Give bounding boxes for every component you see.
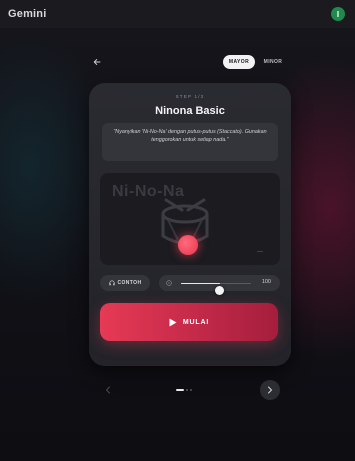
tempo-slider-fill bbox=[181, 282, 220, 284]
mode-toggle: MAYOR MINOR bbox=[223, 54, 293, 70]
page-dot[interactable] bbox=[186, 389, 188, 391]
headphones-icon bbox=[108, 280, 115, 286]
lesson-title: Ninona Basic bbox=[155, 105, 225, 117]
page-dot[interactable] bbox=[190, 389, 192, 391]
app-header: Gemini I bbox=[0, 0, 355, 28]
previous-step-button[interactable] bbox=[98, 380, 118, 400]
start-label: MULAI bbox=[182, 318, 210, 326]
chevron-right-icon bbox=[268, 386, 273, 394]
page-dot[interactable] bbox=[176, 389, 184, 391]
user-avatar[interactable]: I bbox=[331, 7, 345, 21]
back-button[interactable] bbox=[88, 53, 106, 71]
stage: MAYOR MINOR STEP 1/3 Ninona Basic "Nyany… bbox=[0, 28, 355, 461]
play-icon bbox=[169, 318, 177, 326]
metronome-icon bbox=[166, 280, 172, 286]
lesson-card: STEP 1/3 Ninona Basic "Nyanyikan 'Ni-No-… bbox=[89, 83, 291, 366]
panel-divider bbox=[257, 251, 263, 252]
tempo-value: 100 bbox=[261, 279, 271, 285]
next-step-button[interactable] bbox=[260, 380, 280, 400]
instruction-text: "Nyanyikan 'Ni-No-Na' dengan putus-putus… bbox=[113, 129, 267, 143]
example-button[interactable]: CONTOH bbox=[100, 275, 150, 291]
beat-indicator bbox=[178, 235, 198, 255]
step-label: STEP 1/3 bbox=[175, 94, 205, 99]
start-button[interactable]: MULAI bbox=[100, 303, 278, 341]
example-label: CONTOH bbox=[117, 280, 142, 286]
arrow-left-icon bbox=[93, 59, 101, 65]
mode-minor-button[interactable]: MINOR bbox=[257, 55, 289, 69]
mode-major-button[interactable]: MAYOR bbox=[223, 55, 255, 69]
visual-panel: Ni-No-Na bbox=[100, 173, 280, 265]
tempo-control: 100 bbox=[159, 275, 280, 295]
tempo-slider-thumb[interactable] bbox=[215, 286, 224, 295]
instruction-box: "Nyanyikan 'Ni-No-Na' dengan putus-putus… bbox=[102, 123, 278, 161]
tempo-slider[interactable] bbox=[181, 282, 251, 295]
app-title: Gemini bbox=[8, 8, 47, 20]
page-indicator bbox=[176, 388, 192, 392]
chevron-left-icon bbox=[105, 386, 110, 394]
